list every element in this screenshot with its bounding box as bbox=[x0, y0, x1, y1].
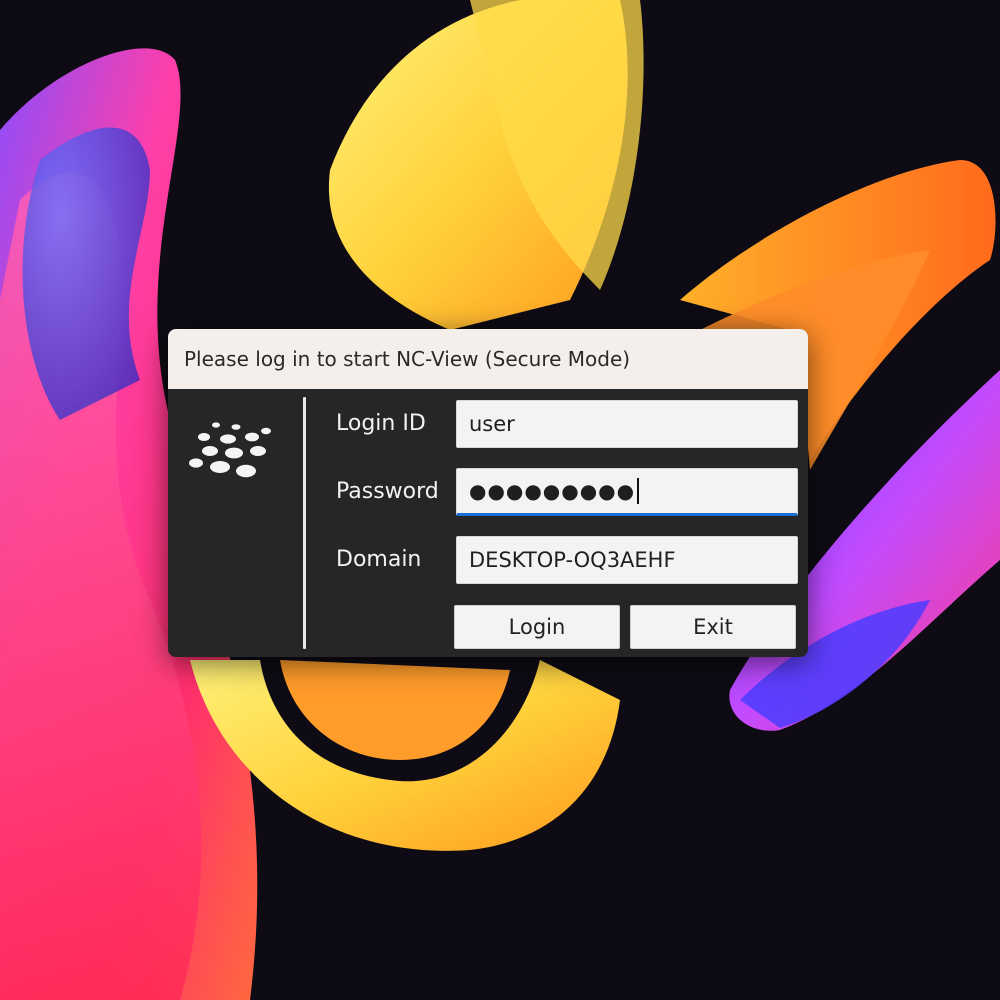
dialog-title-bar[interactable]: Please log in to start NC-View (Secure M… bbox=[168, 329, 808, 389]
exit-button[interactable]: Exit bbox=[630, 605, 796, 649]
password-input[interactable]: ●●●●●●●●● bbox=[456, 468, 798, 516]
vertical-divider bbox=[303, 397, 306, 649]
password-label: Password bbox=[336, 479, 439, 504]
domain-value: DESKTOP-OQ3AEHF bbox=[469, 548, 676, 572]
domain-label: Domain bbox=[336, 547, 422, 572]
password-masked-value: ●●●●●●●●● bbox=[469, 479, 636, 503]
login-button-label: Login bbox=[508, 615, 566, 639]
login-id-input[interactable]: user bbox=[456, 400, 798, 448]
login-id-value: user bbox=[469, 412, 515, 436]
login-dialog: Please log in to start NC-View (Secure M… bbox=[168, 329, 808, 657]
logo-panel bbox=[168, 389, 302, 657]
dialog-title: Please log in to start NC-View (Secure M… bbox=[184, 347, 631, 371]
text-caret bbox=[637, 478, 640, 504]
login-button[interactable]: Login bbox=[454, 605, 620, 649]
exit-button-label: Exit bbox=[693, 615, 733, 639]
login-id-label: Login ID bbox=[336, 411, 426, 436]
dotted-brand-logo-icon bbox=[189, 422, 271, 478]
domain-input[interactable]: DESKTOP-OQ3AEHF bbox=[456, 536, 798, 584]
